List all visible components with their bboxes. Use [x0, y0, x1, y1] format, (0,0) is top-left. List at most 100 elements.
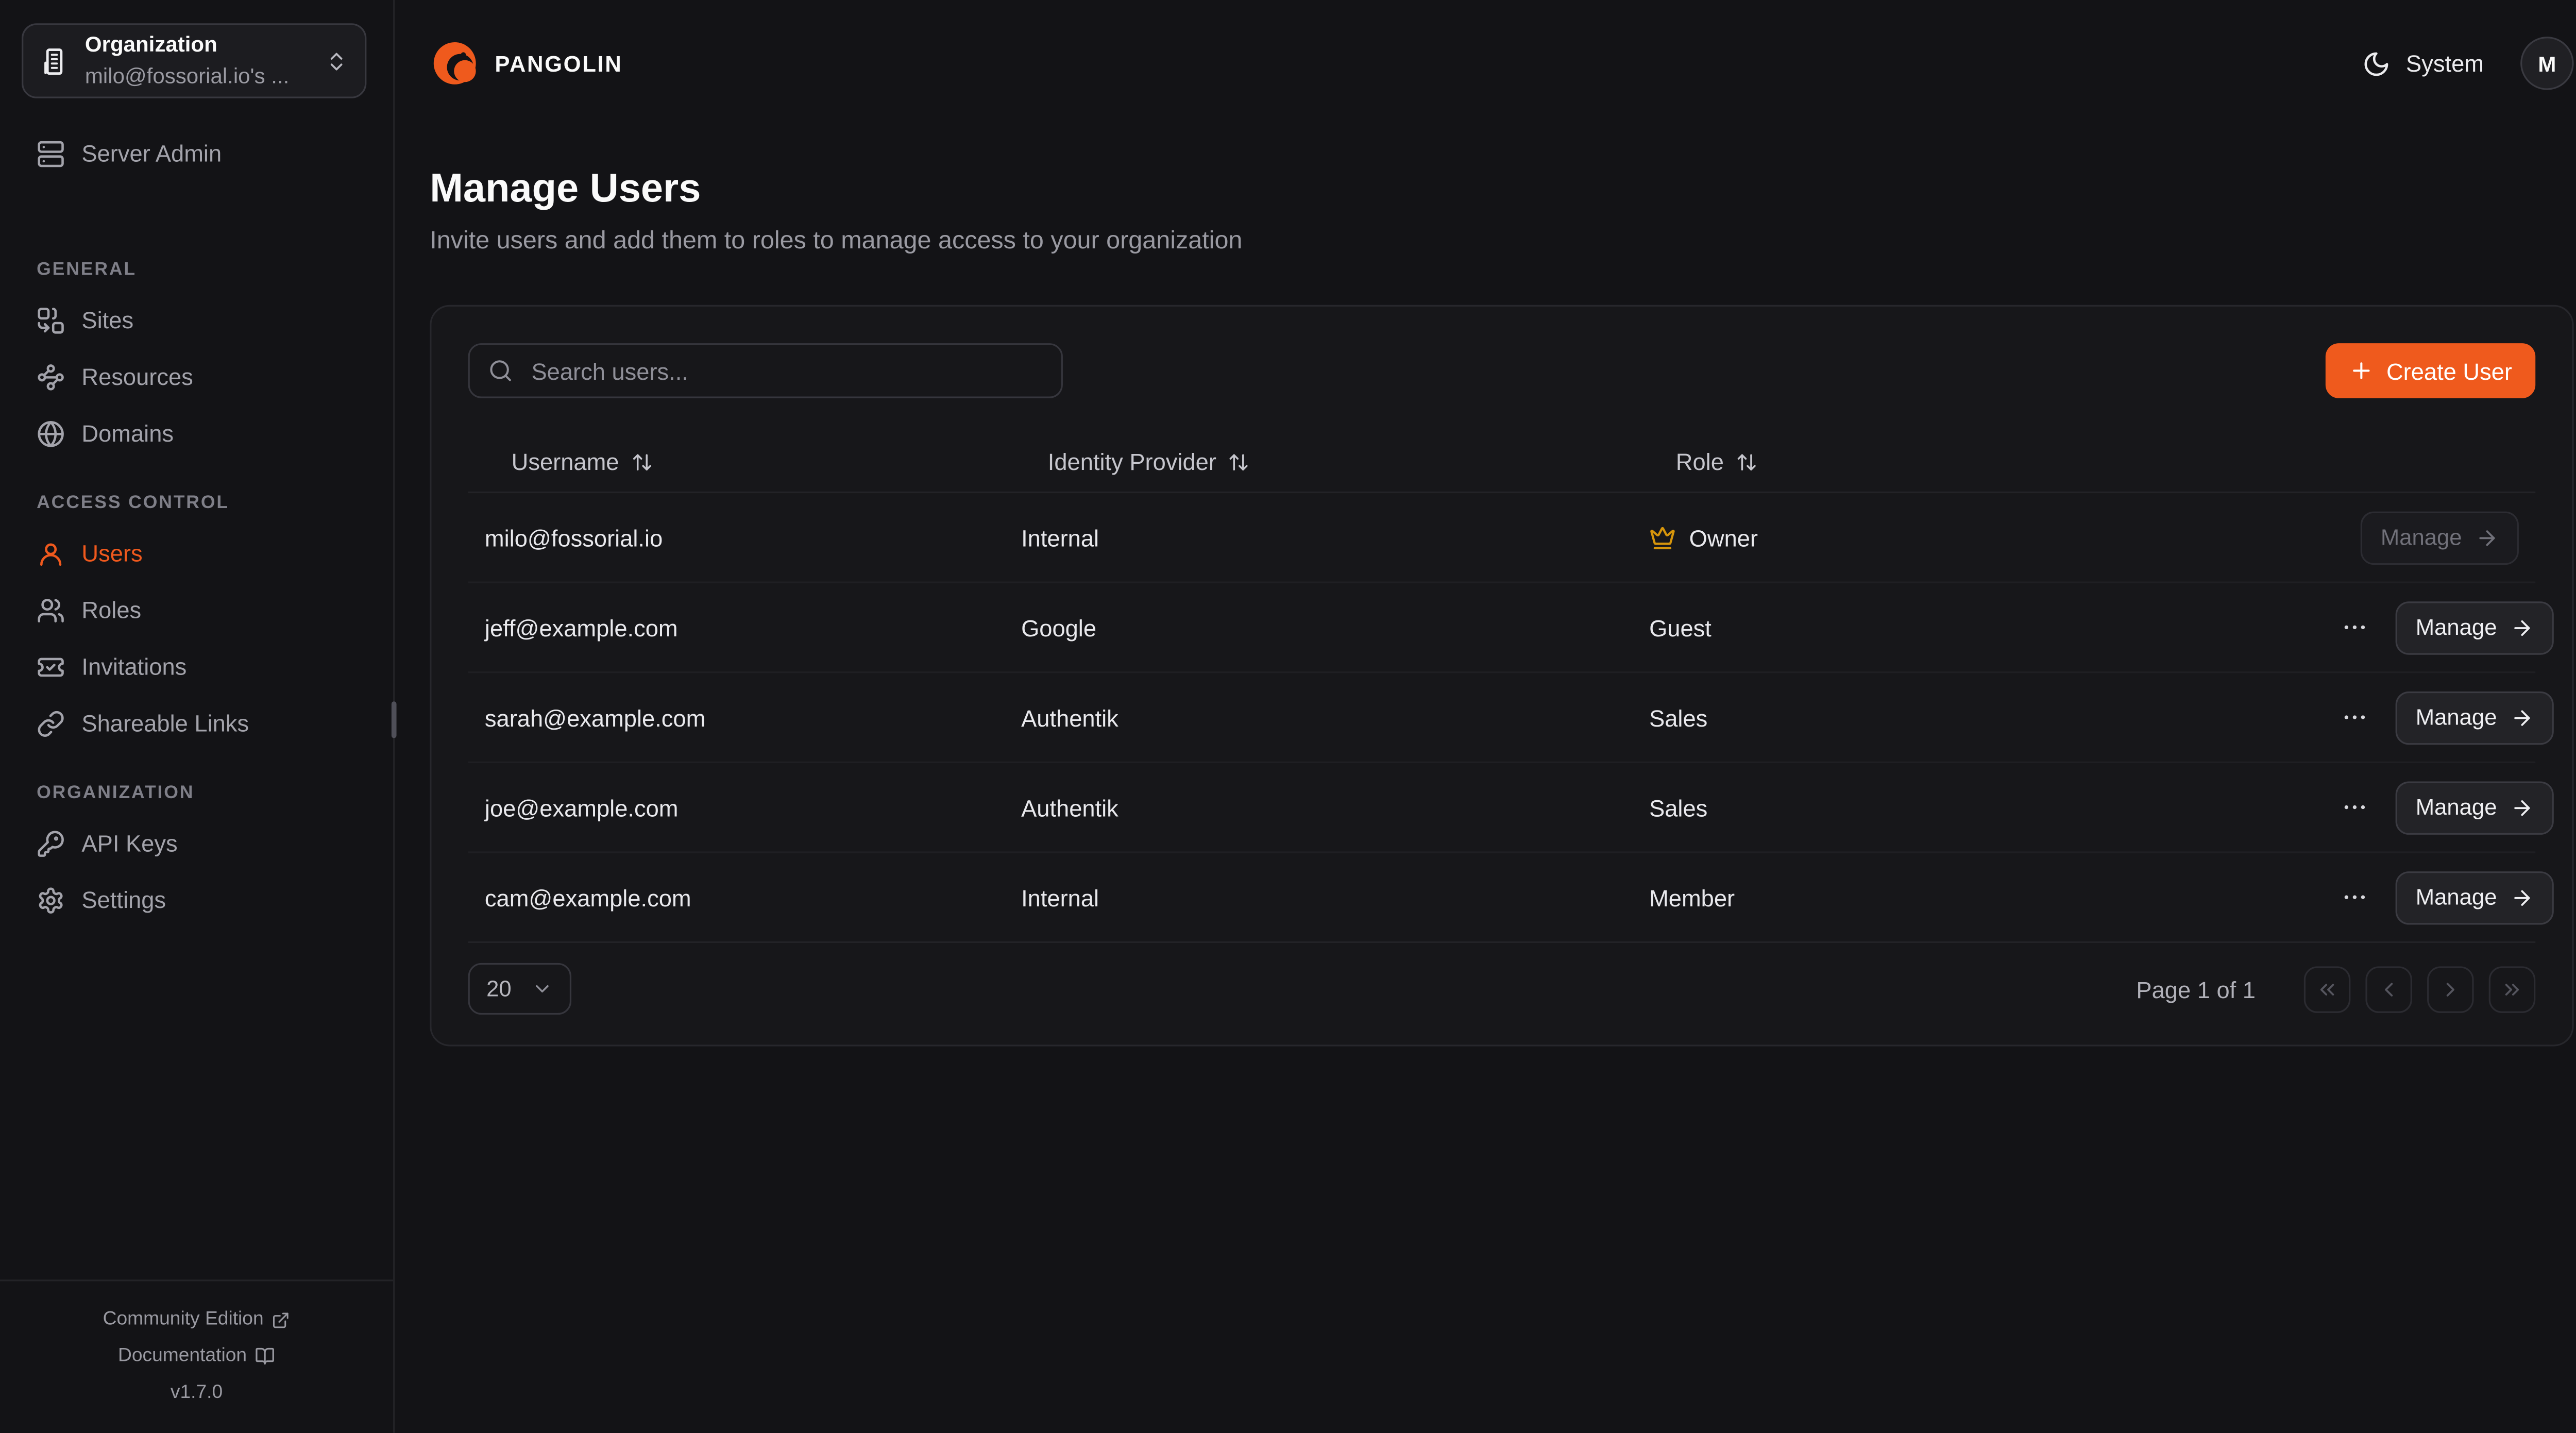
- globe-icon: [37, 419, 65, 447]
- sites-icon: [37, 306, 65, 334]
- users-card: Create User Username Identity Provider: [430, 305, 2573, 1047]
- next-page-button[interactable]: [2427, 966, 2474, 1013]
- prev-page-button[interactable]: [2365, 966, 2412, 1013]
- gear-icon: [37, 886, 65, 914]
- ticket-check-icon: [37, 652, 65, 681]
- idp-cell: Authentik: [1005, 794, 1633, 821]
- sidebar: Organization milo@fossorial.io's ... Ser…: [0, 0, 395, 1433]
- username-cell: joe@example.com: [468, 794, 1005, 821]
- users-icon: [37, 596, 65, 624]
- chevrons-up-down-icon: [325, 49, 348, 72]
- search-box: [468, 343, 1063, 398]
- sidebar-item-invitations[interactable]: Invitations: [0, 647, 393, 687]
- sidebar-item-api-keys[interactable]: API Keys: [0, 823, 393, 863]
- page-size-select[interactable]: 20: [468, 963, 571, 1015]
- table-row: joe@example.com Authentik Sales Manage: [468, 763, 2536, 853]
- sidebar-item-sites[interactable]: Sites: [0, 300, 393, 340]
- username-cell: milo@fossorial.io: [468, 524, 1005, 551]
- section-label-general: GENERAL: [0, 260, 393, 280]
- arrow-right-icon: [2510, 705, 2533, 729]
- link-icon: [37, 709, 65, 737]
- brand-name: PANGOLIN: [495, 51, 622, 76]
- search-input[interactable]: [528, 356, 1043, 385]
- community-edition-label: Community Edition: [103, 1301, 264, 1338]
- sidebar-item-roles[interactable]: Roles: [0, 590, 393, 630]
- table-row: jeff@example.com Google Guest Manage: [468, 583, 2536, 673]
- create-user-button[interactable]: Create User: [2325, 343, 2535, 398]
- sidebar-item-resources[interactable]: Resources: [0, 357, 393, 397]
- sidebar-item-server-admin[interactable]: Server Admin: [0, 133, 393, 174]
- arrow-right-icon: [2475, 526, 2498, 549]
- idp-cell: Google: [1005, 614, 1633, 641]
- app-root: Organization milo@fossorial.io's ... Ser…: [0, 0, 2576, 1433]
- page-status: Page 1 of 1: [2136, 975, 2256, 1002]
- documentation-label: Documentation: [118, 1338, 247, 1374]
- page-title: Manage Users: [430, 166, 2573, 213]
- user-icon: [37, 539, 65, 567]
- idp-cell: Internal: [1005, 884, 1633, 911]
- resources-icon: [37, 362, 65, 391]
- page-size-value: 20: [486, 976, 512, 1002]
- sidebar-item-domains[interactable]: Domains: [0, 413, 393, 453]
- idp-cell: Internal: [1005, 524, 1633, 551]
- moon-icon: [2363, 49, 2391, 77]
- column-header-identity-provider[interactable]: Identity Provider: [1005, 448, 1633, 475]
- sidebar-item-label: Shareable Links: [81, 710, 249, 736]
- manage-button[interactable]: Manage: [2396, 690, 2554, 744]
- sidebar-item-label: Sites: [81, 307, 133, 333]
- version-label: v1.7.0: [0, 1375, 393, 1411]
- row-menu-button[interactable]: [2337, 700, 2372, 735]
- sidebar-item-users[interactable]: Users: [0, 533, 393, 574]
- pangolin-logo[interactable]: PANGOLIN: [430, 38, 622, 88]
- book-open-icon: [255, 1346, 275, 1367]
- theme-toggle[interactable]: System: [2363, 49, 2484, 77]
- manage-button-disabled: Manage: [2361, 511, 2519, 564]
- avatar[interactable]: M: [2520, 37, 2573, 90]
- pangolin-logo-icon: [430, 38, 480, 88]
- plus-icon: [2348, 358, 2374, 383]
- role-cell: Member: [1633, 884, 2320, 911]
- manage-button[interactable]: Manage: [2396, 781, 2554, 834]
- arrow-right-icon: [2510, 886, 2533, 909]
- row-menu-button[interactable]: [2337, 610, 2372, 645]
- role-cell: Sales: [1633, 794, 2320, 821]
- role-label: Owner: [1689, 524, 1758, 551]
- sort-icon: [1228, 451, 1250, 473]
- community-edition-link[interactable]: Community Edition: [0, 1301, 393, 1338]
- manage-button[interactable]: Manage: [2396, 601, 2554, 654]
- arrow-right-icon: [2510, 616, 2533, 639]
- first-page-button[interactable]: [2304, 966, 2351, 1013]
- sidebar-item-label: Server Admin: [81, 140, 222, 167]
- theme-label: System: [2406, 50, 2484, 77]
- row-menu-button[interactable]: [2337, 790, 2372, 825]
- role-cell: Sales: [1633, 704, 2320, 731]
- sidebar-item-label: Users: [81, 540, 142, 567]
- sort-icon: [1736, 451, 1757, 473]
- chevron-down-icon: [531, 978, 553, 1000]
- table-row: cam@example.com Internal Member Manage: [468, 853, 2536, 943]
- pagination: 20 Page 1 of 1: [468, 963, 2536, 1015]
- org-selector[interactable]: Organization milo@fossorial.io's ...: [22, 23, 366, 98]
- column-header-role[interactable]: Role: [1633, 448, 2320, 475]
- crown-icon: [1649, 524, 1676, 551]
- org-label: Organization: [85, 29, 310, 61]
- row-menu-button[interactable]: [2337, 880, 2372, 915]
- page-subtitle: Invite users and add them to roles to ma…: [430, 227, 2573, 257]
- search-icon: [488, 358, 513, 383]
- actions-cell: Manage: [2320, 690, 2570, 744]
- actions-cell: Manage: [2320, 870, 2570, 923]
- role-cell: Guest: [1633, 614, 2320, 641]
- idp-cell: Authentik: [1005, 704, 1633, 731]
- column-header-username[interactable]: Username: [468, 448, 1005, 475]
- manage-button[interactable]: Manage: [2396, 870, 2554, 923]
- users-table: Username Identity Provider Role: [468, 431, 2536, 943]
- sidebar-item-label: Resources: [81, 363, 193, 390]
- documentation-link[interactable]: Documentation: [0, 1338, 393, 1374]
- sidebar-item-shareable-links[interactable]: Shareable Links: [0, 703, 393, 743]
- actions-cell: Manage: [2320, 601, 2570, 654]
- sidebar-item-settings[interactable]: Settings: [0, 880, 393, 920]
- last-page-button[interactable]: [2489, 966, 2536, 1013]
- role-cell: Owner: [1633, 524, 2320, 551]
- table-row: sarah@example.com Authentik Sales Manage: [468, 673, 2536, 763]
- username-cell: jeff@example.com: [468, 614, 1005, 641]
